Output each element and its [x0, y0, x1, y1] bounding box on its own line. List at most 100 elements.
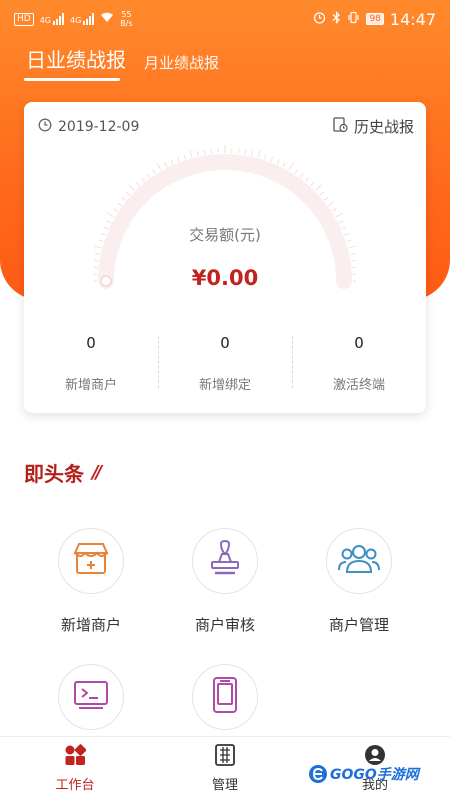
- gauge-tick: [140, 177, 145, 182]
- report-tabs: 日业绩战报 月业绩战报: [26, 44, 219, 73]
- gauge-tick: [203, 149, 206, 155]
- gauge-tick: [270, 156, 274, 162]
- status-bar: HD 4G 4G 55 B/s 98 14:47: [0, 0, 450, 38]
- gauge-tick: [156, 162, 162, 171]
- app-label: 新增商户: [60, 616, 121, 634]
- dashboard-icon: [64, 744, 87, 770]
- transaction-amount: ¥0.00: [191, 266, 259, 290]
- app-merchant-review[interactable]: 商户审核: [170, 528, 280, 635]
- gauge-tick: [332, 208, 337, 212]
- gauge-tick: [288, 162, 294, 171]
- gauge-tick: [117, 202, 122, 207]
- battery-icon: 98: [366, 13, 384, 25]
- gauge-tick: [152, 169, 156, 174]
- stat-value: 0: [354, 334, 364, 352]
- alarm-icon: [313, 11, 326, 27]
- gauge-tick: [128, 184, 135, 191]
- gauge-tick: [106, 220, 112, 224]
- gauge-tick: [146, 173, 151, 178]
- clock-icon: [38, 118, 52, 136]
- app-label: 商户审核: [194, 616, 255, 634]
- gauge-tick: [121, 196, 126, 201]
- stat-value: 0: [220, 334, 230, 352]
- stat-label: 新增绑定: [198, 378, 251, 393]
- gauge-tick: [257, 149, 261, 158]
- device-icon: [210, 676, 240, 718]
- gauge-tick: [113, 208, 118, 212]
- wifi-icon: [100, 12, 114, 26]
- gauge-tick: [244, 149, 247, 155]
- gauge-tick: [294, 169, 298, 174]
- gauge-tick: [328, 202, 333, 207]
- terminal-icon: [73, 680, 109, 714]
- users-group-icon: [337, 542, 381, 580]
- gauge-tick: [335, 212, 344, 218]
- app-merchant-management[interactable]: 商户管理: [304, 528, 414, 635]
- watermark-logo: GOGO手游网: [308, 764, 419, 784]
- gauge-tick: [176, 156, 180, 162]
- watermark-e-icon: [309, 765, 327, 783]
- gauge-tick: [94, 245, 102, 249]
- gauge-tick: [251, 150, 254, 156]
- tab-daily-report[interactable]: 日业绩战报: [26, 44, 126, 73]
- tab-management[interactable]: 管理: [150, 737, 300, 800]
- bluetooth-icon: [332, 11, 341, 27]
- gauge-tick: [350, 252, 356, 255]
- gauge-track: [98, 154, 352, 289]
- grid-icon: [215, 744, 235, 770]
- app-new-merchant[interactable]: 新增商户: [36, 528, 146, 635]
- gauge-tick: [135, 181, 140, 187]
- gauge-tick: [189, 149, 193, 158]
- tab-workbench[interactable]: 工作台: [0, 737, 150, 800]
- stat-label: 激活终端: [332, 378, 385, 393]
- gauge-tick: [319, 191, 325, 196]
- stats-row: 0 新增商户 0 新增绑定 0 激活终端: [24, 330, 426, 394]
- gauge-tick: [305, 177, 310, 182]
- gauge-tick: [299, 173, 304, 178]
- stamp-icon: [207, 539, 243, 582]
- history-doc-icon: [333, 116, 348, 137]
- report-date: 2019-12-09: [38, 118, 139, 136]
- gauge-tick: [264, 154, 267, 160]
- stat-new-bindings[interactable]: 0 新增绑定: [158, 330, 292, 394]
- signal-icon-2: 4G: [70, 13, 95, 25]
- gauge-tick: [282, 162, 286, 168]
- history-report-link[interactable]: 历史战报: [333, 116, 414, 137]
- gauge-tick: [125, 191, 131, 196]
- network-speed: 55 B/s: [120, 10, 133, 28]
- headline-title: 即头条: [24, 462, 84, 486]
- gauge-tick: [196, 150, 199, 156]
- gauge-label: 交易额(元): [189, 226, 261, 244]
- report-card: 2019-12-09 历史战报 交易额(元) ¥0.00 0 新增商户 0 新增…: [24, 102, 426, 413]
- gauge-tick: [94, 252, 100, 255]
- clock-time: 14:47: [389, 9, 436, 29]
- gauge-tick: [183, 154, 186, 160]
- stat-activated-terminals[interactable]: 0 激活终端: [292, 330, 426, 394]
- gauge-tick: [237, 148, 240, 154]
- gauge-tick: [351, 259, 356, 262]
- stat-value: 0: [86, 334, 96, 352]
- hd-badge: HD: [14, 12, 34, 26]
- gauge-tick: [94, 259, 99, 262]
- stat-label: 新增商户: [64, 378, 117, 393]
- stat-new-merchants[interactable]: 0 新增商户: [24, 330, 158, 394]
- gauge-tick: [348, 245, 356, 249]
- gauge-tick: [106, 212, 115, 218]
- gauge-tick: [338, 220, 344, 224]
- gauge-tick: [324, 196, 329, 201]
- signal-icon-1: 4G: [40, 13, 64, 25]
- headline-slash-icon: //: [92, 462, 102, 483]
- app-label: 商户管理: [328, 616, 389, 634]
- active-tab-indicator: [24, 78, 120, 81]
- gauge-tick: [170, 159, 174, 165]
- headline-section[interactable]: 即头条 //: [24, 458, 102, 487]
- vibrate-icon: [347, 11, 360, 27]
- gauge-tick: [276, 159, 280, 165]
- tab-label: 工作台: [55, 778, 95, 793]
- store-add-icon: [71, 541, 111, 581]
- gauge-tick: [310, 181, 315, 187]
- gauge-tick: [210, 148, 213, 154]
- tab-label: 管理: [211, 778, 238, 793]
- tab-monthly-report[interactable]: 月业绩战报: [144, 52, 219, 73]
- gauge-tick: [164, 162, 168, 168]
